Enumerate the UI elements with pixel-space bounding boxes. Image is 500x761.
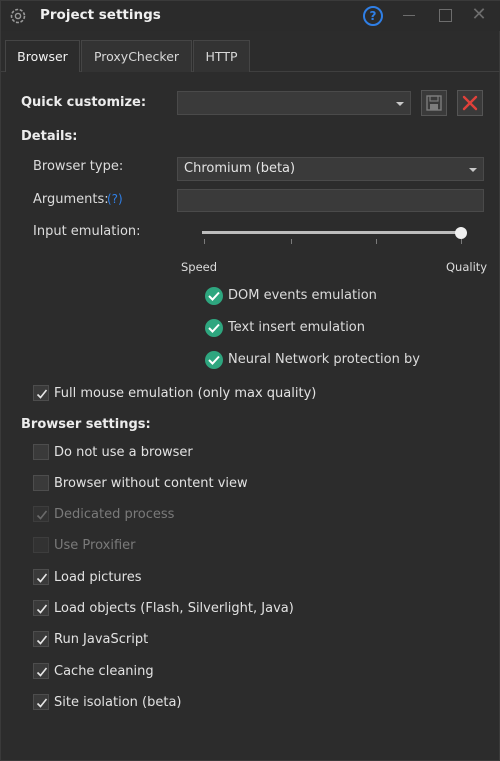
check-circle-icon [205,351,223,369]
delete-preset-button[interactable] [457,90,483,116]
do-not-use-browser-checkbox[interactable] [33,444,49,460]
quick-customize-label: Quick customize: [21,95,147,110]
quick-customize-select[interactable] [177,91,411,115]
browser-without-content-view-checkbox[interactable] [33,475,49,491]
slider-tick [461,239,462,244]
save-preset-button[interactable] [421,90,447,116]
load-objects-label: Load objects (Flash, Silverlight, Java) [54,601,294,616]
check-circle-icon [205,287,223,305]
input-emulation-slider-thumb[interactable] [455,227,467,239]
slider-min-label: Speed [181,260,218,274]
input-emulation-label: Input emulation: [33,224,141,239]
site-isolation-label: Site isolation (beta) [54,695,182,710]
gear-icon [8,6,28,26]
feature-text-insert: Text insert emulation [228,320,366,335]
feature-dom-events: DOM events emulation [228,288,377,303]
window-title: Project settings [40,7,161,23]
tab-proxychecker[interactable]: ProxyChecker [81,40,192,72]
site-isolation-checkbox[interactable] [33,694,49,710]
slider-tick [291,239,292,244]
slider-max-label: Quality [446,260,488,274]
project-settings-window: Project settings ? ✕ Browser ProxyChecke… [0,0,500,761]
feature-neural-network: Neural Network protection bypas [228,352,421,367]
arguments-label: Arguments: [33,192,109,207]
slider-tick [376,239,377,244]
browser-settings-heading: Browser settings: [21,417,151,432]
chevron-down-icon [396,102,404,106]
do-not-use-browser-label: Do not use a browser [54,445,193,460]
arguments-input[interactable] [177,189,484,212]
load-pictures-checkbox[interactable] [33,569,49,585]
full-mouse-emulation-checkbox[interactable] [33,385,49,401]
run-javascript-checkbox[interactable] [33,631,49,647]
details-heading: Details: [21,129,78,144]
browser-type-label: Browser type: [33,159,124,174]
load-pictures-label: Load pictures [54,570,142,585]
use-proxifier-checkbox [33,537,49,553]
browser-without-content-view-label: Browser without content view [54,476,248,491]
use-proxifier-label: Use Proxifier [54,538,136,553]
title-bar: Project settings ? ✕ [1,1,500,31]
browser-type-select[interactable]: Chromium (beta) [177,157,484,181]
load-objects-checkbox[interactable] [33,600,49,616]
dedicated-process-label: Dedicated process [54,507,175,522]
tab-browser[interactable]: Browser [5,40,80,72]
dedicated-process-checkbox [33,506,49,522]
cache-cleaning-checkbox[interactable] [33,663,49,679]
cache-cleaning-label: Cache cleaning [54,664,154,679]
arguments-help-link[interactable]: (?) [107,192,123,206]
maximize-button[interactable] [434,5,456,25]
browser-type-value: Chromium (beta) [184,161,296,176]
close-button[interactable]: ✕ [468,5,490,25]
chevron-down-icon [469,168,477,172]
input-emulation-slider-track[interactable] [202,231,462,234]
tab-http[interactable]: HTTP [193,40,250,72]
full-mouse-emulation-label: Full mouse emulation (only max quality) [54,386,317,401]
help-button[interactable]: ? [363,6,383,26]
slider-tick [204,239,205,244]
check-circle-icon [205,319,223,337]
run-javascript-label: Run JavaScript [54,632,149,647]
minimize-button[interactable] [398,5,420,25]
